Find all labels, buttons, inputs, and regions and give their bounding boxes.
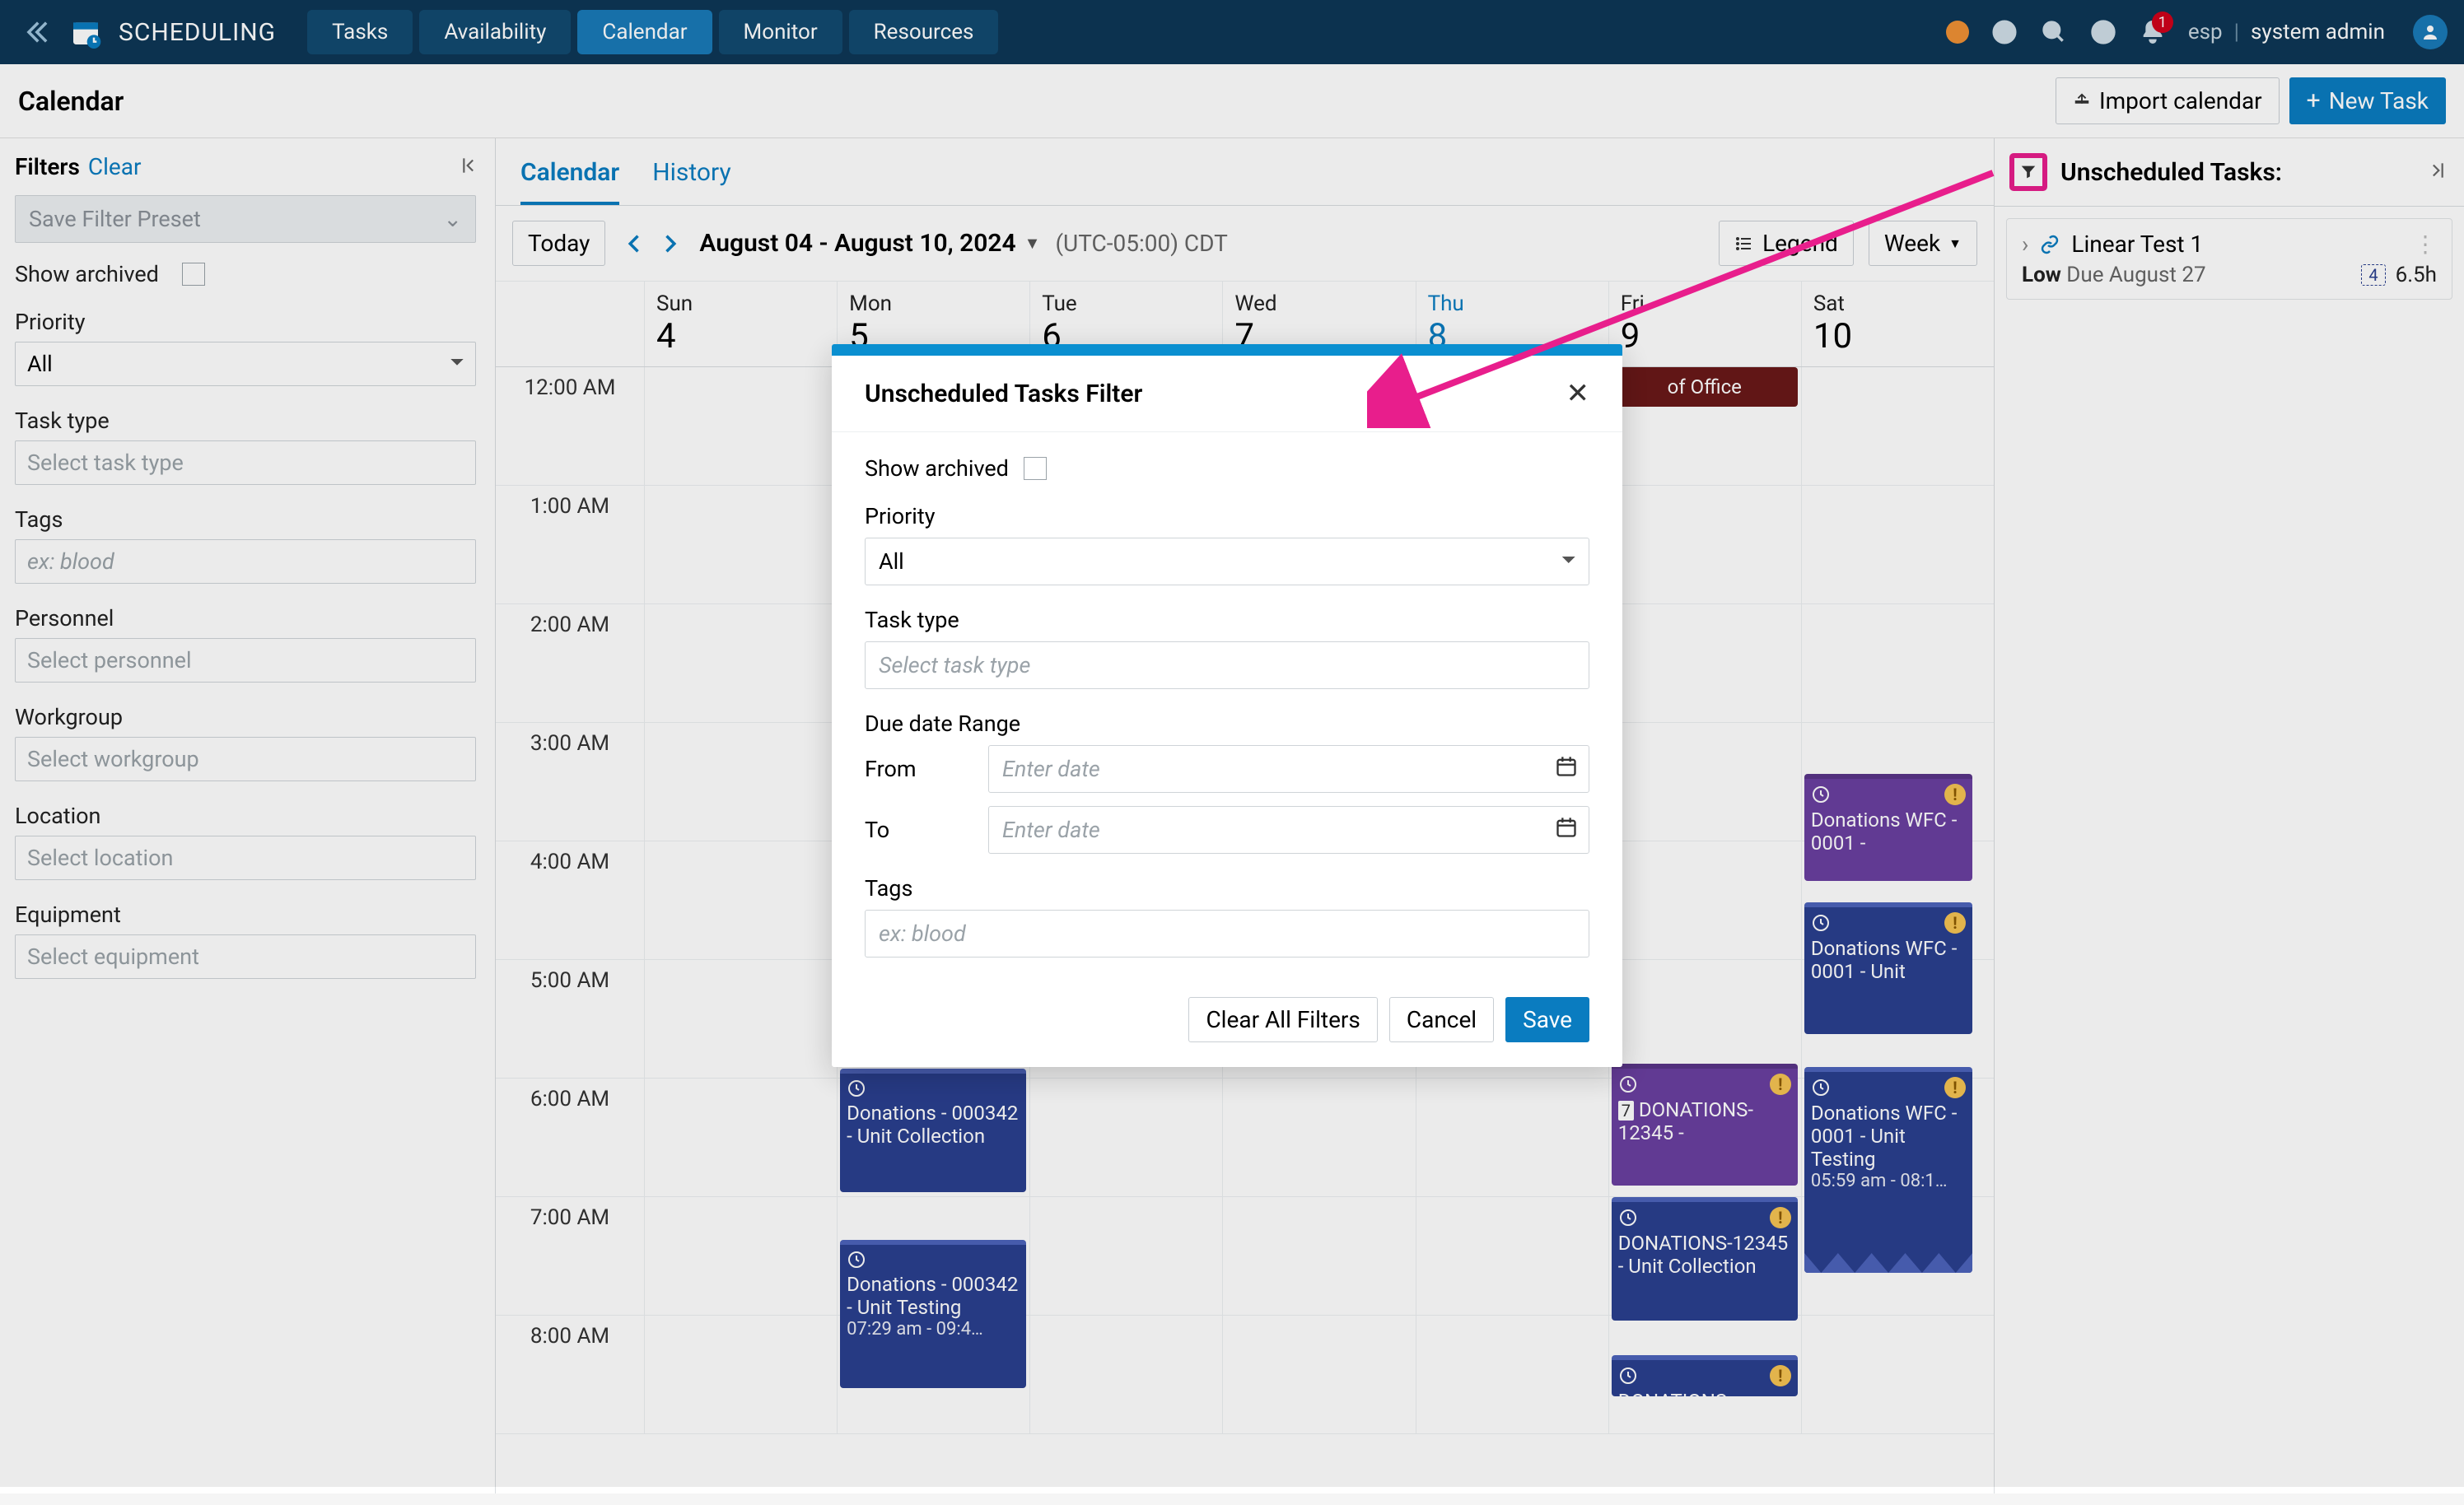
modal-cancel-button[interactable]: Cancel — [1389, 997, 1494, 1042]
modal-to-label: To — [865, 817, 964, 843]
modal-priority-label: Priority — [865, 503, 1589, 529]
modal-task-type-label: Task type — [865, 607, 1589, 633]
modal-show-archived-label: Show archived — [865, 455, 1009, 482]
unscheduled-filter-modal: Unscheduled Tasks Filter ✕ Show archived… — [832, 344, 1622, 1067]
modal-save-button[interactable]: Save — [1505, 997, 1589, 1042]
modal-task-type-input[interactable] — [865, 641, 1589, 689]
modal-title: Unscheduled Tasks Filter — [865, 380, 1142, 408]
modal-from-input[interactable] — [988, 745, 1589, 793]
modal-overlay: Unscheduled Tasks Filter ✕ Show archived… — [0, 0, 2464, 1487]
modal-from-label: From — [865, 756, 964, 782]
modal-due-range-label: Due date Range — [865, 711, 1589, 737]
modal-to-input[interactable] — [988, 806, 1589, 854]
calendar-icon — [1555, 755, 1578, 778]
modal-priority-select[interactable]: All — [865, 538, 1589, 585]
modal-close-button[interactable]: ✕ — [1566, 377, 1590, 410]
modal-clear-all-button[interactable]: Clear All Filters — [1188, 997, 1377, 1042]
modal-tags-label: Tags — [865, 875, 1589, 902]
modal-show-archived-checkbox[interactable] — [1024, 457, 1047, 480]
modal-tags-input[interactable] — [865, 910, 1589, 958]
calendar-icon — [1555, 816, 1578, 839]
